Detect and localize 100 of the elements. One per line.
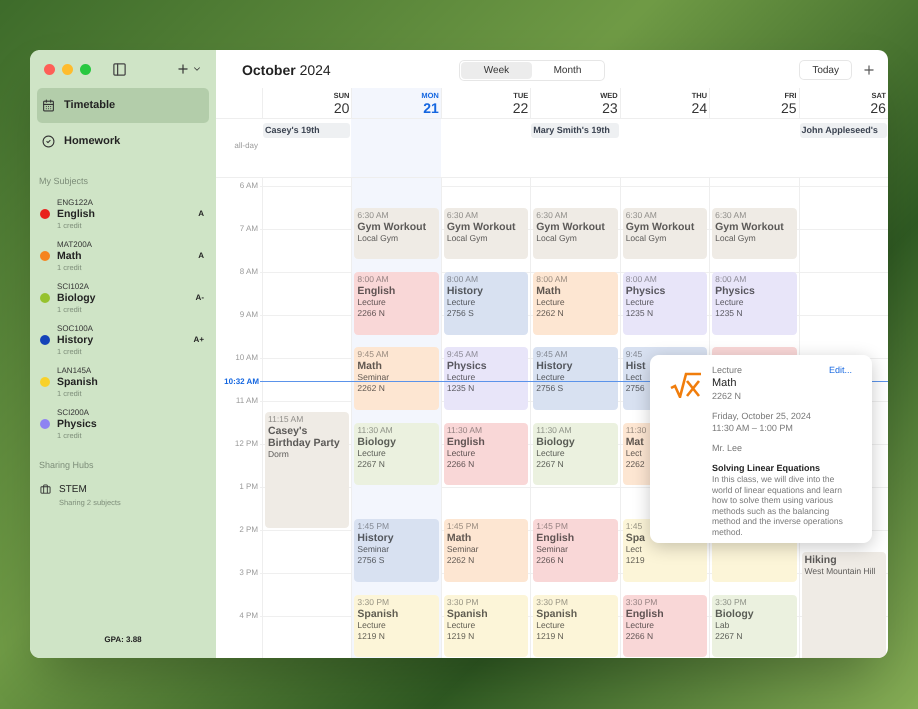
event-detail: Lecture <box>536 448 566 458</box>
event-block[interactable]: 3:30 PM Spanish Lecture 1219 N <box>444 594 528 657</box>
hour-label: 4 PM <box>239 610 258 622</box>
event-detail: 2267 N <box>715 630 744 642</box>
event-detail: Lect <box>626 544 643 556</box>
event-title: Math <box>536 285 562 297</box>
sidebar-toggle-icon[interactable] <box>112 62 127 76</box>
event-time: 3:30 PM <box>626 596 658 608</box>
event-detail: 1235 N <box>715 308 744 319</box>
event-block[interactable]: 11:15 AM Casey's Birthday Party Dorm <box>265 412 350 528</box>
subject-name: Math <box>57 250 82 262</box>
subject-code: SOC100A <box>57 324 94 334</box>
sidebar-item[interactable]: Timetable <box>37 88 209 123</box>
event-time: 3:30 PM <box>357 596 390 608</box>
event-block[interactable]: 1:45 PM Math Seminar 2262 N <box>444 519 528 582</box>
event-detail: 2266 N <box>536 555 565 566</box>
view-tab[interactable]: Month <box>532 62 603 78</box>
event-time-range: 11:30 AM – 1:00 PM <box>712 422 794 434</box>
event-title: Biology <box>536 436 576 448</box>
subject-grade: A+ <box>194 334 204 346</box>
event-detail: Dorm <box>268 448 290 460</box>
event-block[interactable]: 3:30 PM English Lecture 2266 N <box>622 594 708 657</box>
square-root-icon <box>670 372 702 398</box>
event-detail: 1219 N <box>357 630 386 642</box>
event-detail: Local Gym <box>357 232 400 244</box>
event-block[interactable]: 6:30 AM Gym Workout Local Gym <box>444 208 528 260</box>
event-detail: Local Gym <box>626 232 668 244</box>
event-description: In this class, we will dive into the world of linear equations and learn how to solve them using various methods such as the balancing method and the inverse operations method. <box>712 474 844 537</box>
subject-code: ENG122A <box>57 198 94 208</box>
event-block[interactable]: 6:30 AM Gym Workout Local Gym <box>354 208 439 260</box>
event-block[interactable]: 3:30 PM Biology Lab 2267 N <box>712 594 797 657</box>
event-block[interactable]: 8:00 AM English Lecture 2266 N <box>354 272 439 334</box>
event-block[interactable]: Hiking West Mountain Hill <box>802 552 886 658</box>
subject-grade: A <box>198 208 204 220</box>
event-time: 8:00 AM <box>357 274 390 285</box>
event-detail: Local Gym <box>715 232 757 244</box>
subject-code: SCI102A <box>57 282 90 292</box>
event-block[interactable]: 8:00 AM Physics Lecture 1235 N <box>622 272 708 334</box>
event-title: History <box>446 285 484 297</box>
event-time: 8:00 AM <box>536 274 568 285</box>
event-block[interactable]: 8:00 AM Math Lecture 2262 N <box>533 272 618 334</box>
event-detail: 1235 N <box>446 383 476 394</box>
event-title: Spanish <box>446 608 489 620</box>
hour-label: 9 AM <box>240 309 258 321</box>
event-block[interactable]: 11:30 AM Biology Lecture 2267 N <box>533 422 618 485</box>
sidebar-item[interactable]: Homework <box>37 124 209 159</box>
event-block[interactable]: 9:45 AM Physics Lecture 1235 N <box>444 347 528 410</box>
event-time: 3:30 PM <box>536 596 569 608</box>
event-detail: Seminar <box>357 372 390 384</box>
event-block[interactable]: 11:30 AM English Lecture 2266 N <box>444 422 528 485</box>
event-detail: Lecture <box>446 372 476 384</box>
event-title: Biology <box>357 436 397 448</box>
event-detail: Lecture <box>536 620 566 630</box>
subject-code: SCI200A <box>57 408 90 418</box>
event-block[interactable]: 8:00 AM Physics Lecture 1235 N <box>712 272 797 334</box>
event-title: Biology <box>715 608 755 620</box>
event-block[interactable]: 11:30 AM Biology Lecture 2267 N <box>354 422 439 485</box>
event-block[interactable]: 6:30 AM Gym Workout Local Gym <box>533 208 618 260</box>
subject-code: MAT200A <box>57 240 93 250</box>
checkmark-circle-icon <box>42 135 55 148</box>
event-block[interactable]: 9:45 AM Math Seminar 2262 N <box>354 347 439 410</box>
event-time: 6:30 AM <box>715 210 748 220</box>
event-detail: 2756 S <box>536 383 564 394</box>
event-title: Gym Workout <box>715 220 785 232</box>
event-title: Physics <box>446 360 488 372</box>
event-block[interactable]: 1:45 PM History Seminar 2756 S <box>354 519 439 582</box>
view-tab[interactable]: Week <box>461 62 532 78</box>
today-button[interactable]: Today <box>799 60 852 80</box>
edit-link[interactable]: Edit... <box>828 364 852 376</box>
month-title: October 2024 <box>242 60 332 80</box>
event-time: 6:30 AM <box>626 210 658 220</box>
all-day-event[interactable]: John Appleseed's <box>800 123 887 138</box>
event-detail: 2267 N <box>536 458 565 470</box>
event-block[interactable]: 9:45 AM History Lecture 2756 S <box>533 347 618 410</box>
all-day-event[interactable]: Casey's 19th <box>263 123 350 138</box>
event-title: Casey's Birthday Party <box>268 424 341 449</box>
event-detail: Lecture <box>536 297 566 308</box>
add-icon[interactable] <box>862 63 876 77</box>
event-block[interactable]: 6:30 AM Gym Workout Local Gym <box>712 208 797 260</box>
event-title: Hiking <box>804 554 838 566</box>
event-time: 3:30 PM <box>715 596 748 608</box>
event-title: Spanish <box>357 608 400 620</box>
event-title: Spa <box>626 532 646 544</box>
event-time: 11:30 <box>626 424 648 436</box>
section-heading: Sharing Hubs <box>39 458 95 472</box>
event-title: Gym Workout <box>626 220 696 232</box>
event-time: 9:45 <box>626 349 644 360</box>
event-block[interactable]: 3:30 PM Spanish Lecture 1219 N <box>354 594 439 657</box>
subject-grade: A <box>198 250 204 262</box>
hour-label: 10 AM <box>235 352 258 364</box>
event-title: English <box>536 532 576 544</box>
event-block[interactable]: 1:45 PM English Seminar 2266 N <box>533 519 618 582</box>
event-date: Friday, October 25, 2024 <box>712 410 812 422</box>
event-block[interactable]: 6:30 AM Gym Workout Local Gym <box>622 208 708 260</box>
event-block[interactable]: 3:30 PM Spanish Lecture 1219 N <box>533 594 618 657</box>
all-day-event[interactable]: Mary Smith's 19th <box>531 123 619 138</box>
hour-label: 3 PM <box>239 567 258 579</box>
add-icon[interactable] <box>176 62 190 76</box>
event-title: Math <box>357 360 383 372</box>
event-block[interactable]: 8:00 AM History Lecture 2756 S <box>444 272 528 334</box>
